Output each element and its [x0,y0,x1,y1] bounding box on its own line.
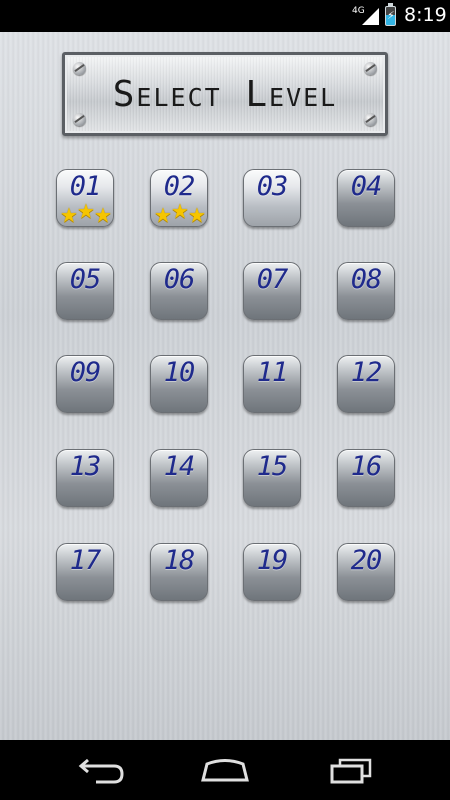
star-icon: ★ [77,199,95,223]
level-number: 08 [350,264,383,295]
star-icon: ★ [154,203,172,227]
star-icon: ★ [60,203,78,227]
level-button-16[interactable]: 16 [337,449,395,507]
level-number: 20 [350,545,383,576]
level-button-15[interactable]: 15 [243,449,301,507]
level-number: 02 [163,171,196,202]
level-number: 06 [163,264,196,295]
level-button-14[interactable]: 14 [150,449,208,507]
battery-charging-icon: ⚡ [385,3,396,26]
back-icon[interactable] [70,754,130,786]
navigation-bar [0,740,450,800]
star-icon: ★ [94,203,112,227]
level-button-18[interactable]: 18 [150,543,208,601]
level-number: 04 [350,171,383,202]
level-number: 17 [69,545,102,576]
level-button-11[interactable]: 11 [243,355,301,413]
level-number: 03 [256,171,289,202]
level-button-13[interactable]: 13 [56,449,114,507]
level-number: 01 [69,171,102,202]
level-number: 14 [163,451,196,482]
level-button-06[interactable]: 06 [150,262,208,320]
level-button-02[interactable]: 02 ★ ★ ★ [150,169,208,227]
home-icon[interactable] [195,754,255,786]
level-button-04[interactable]: 04 [337,169,395,227]
level-button-12[interactable]: 12 [337,355,395,413]
level-number: 15 [256,451,289,482]
level-number: 07 [256,264,289,295]
level-number: 18 [163,545,196,576]
level-number: 05 [69,264,102,295]
star-icon: ★ [188,203,206,227]
recents-icon[interactable] [320,754,380,786]
level-number: 16 [350,451,383,482]
level-button-09[interactable]: 09 [56,355,114,413]
star-rating: ★ ★ ★ [60,199,112,227]
level-button-07[interactable]: 07 [243,262,301,320]
level-button-08[interactable]: 08 [337,262,395,320]
status-bar: 4G ⚡ 8:19 [0,0,450,32]
level-number: 11 [256,357,289,388]
level-button-05[interactable]: 05 [56,262,114,320]
level-button-01[interactable]: 01 ★ ★ ★ [56,169,114,227]
level-button-10[interactable]: 10 [150,355,208,413]
star-icon: ★ [171,199,189,223]
status-clock: 8:19 [404,4,447,26]
level-button-03[interactable]: 03 [243,169,301,227]
title-plate: Select Level [62,52,388,136]
level-number: 13 [69,451,102,482]
level-number: 10 [163,357,196,388]
level-number: 19 [256,545,289,576]
page-title: Select Level [112,74,338,115]
level-number: 12 [350,357,383,388]
level-button-20[interactable]: 20 [337,543,395,601]
level-select-screen: Select Level 01 ★ ★ ★ 02 ★ ★ ★ 03 04 05 06 07 08 09 10 1… [0,32,450,740]
star-rating: ★ ★ ★ [154,199,206,227]
level-button-19[interactable]: 19 [243,543,301,601]
level-button-17[interactable]: 17 [56,543,114,601]
signal-icon [362,8,379,25]
level-number: 09 [69,357,102,388]
